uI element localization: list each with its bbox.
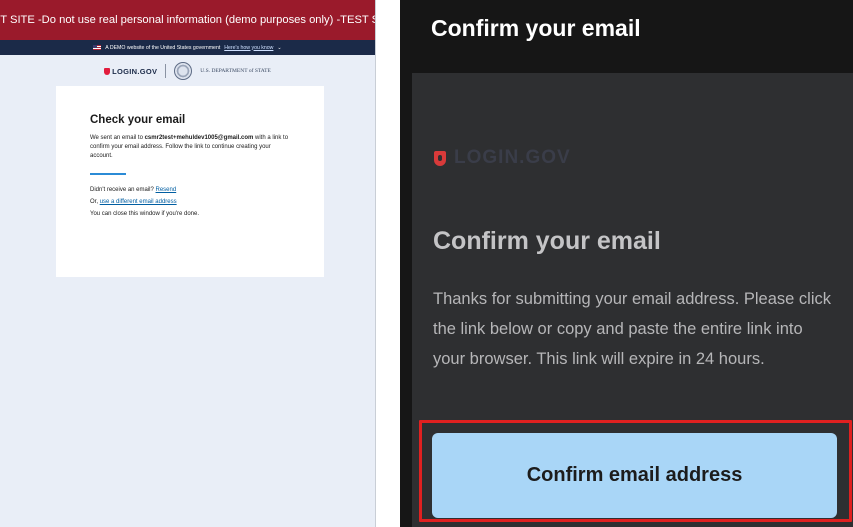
login-gov-shield-icon	[104, 67, 111, 75]
body-prefix: We sent an email to	[90, 135, 145, 141]
screenshot-root: TEST SITE -Do not use real personal info…	[0, 0, 853, 527]
resend-link[interactable]: Resend	[156, 187, 177, 193]
logo-row: LOGIN.GOV U.S. DEPARTMENT of STATE	[0, 55, 375, 87]
use-different-email-link[interactable]: use a different email address	[100, 199, 177, 205]
login-gov-shield-icon	[434, 150, 446, 166]
panel-title: Confirm your email	[431, 15, 641, 41]
resend-line: Didn't receive an email? Resend	[90, 187, 290, 193]
close-window-note: You can close this window if you're done…	[90, 211, 199, 217]
chevron-down-icon[interactable]: ⌄	[277, 45, 281, 51]
different-prefix: Or,	[90, 199, 99, 205]
login-gov-logo[interactable]: LOGIN.GOV	[104, 67, 157, 76]
gov-banner-text: A DEMO website of the United States gove…	[105, 44, 221, 51]
test-site-banner-text: TEST SITE -Do not use real personal info…	[0, 14, 375, 26]
email-login-gov-logo: LOGIN.GOV	[434, 147, 571, 169]
card-title: Check your email	[90, 114, 186, 126]
logo-divider	[165, 64, 167, 78]
gov-banner: A DEMO website of the United States gove…	[0, 40, 375, 55]
state-department-seal-icon	[174, 62, 193, 80]
email-body: LOGIN.GOV Confirm your email Thanks for …	[412, 73, 853, 527]
email-heading: Confirm your email	[433, 227, 661, 255]
resend-prompt: Didn't receive an email?	[90, 187, 154, 193]
email-paragraph: Thanks for submitting your email address…	[433, 290, 831, 368]
test-site-banner: TEST SITE -Do not use real personal info…	[0, 0, 375, 40]
login-gov-logo-text: LOGIN.GOV	[112, 66, 158, 76]
confirm-email-address-button[interactable]: Confirm email address	[432, 433, 837, 518]
check-email-card: Check your email We sent an email to csm…	[56, 86, 324, 277]
state-department-name: U.S. DEPARTMENT of STATE	[200, 68, 271, 74]
heres-how-you-know-link[interactable]: Here's how you know	[224, 45, 273, 51]
check-email-page: TEST SITE -Do not use real personal info…	[0, 0, 376, 527]
us-flag-icon	[93, 45, 102, 50]
card-body: We sent an email to csmr2test+mehuldev10…	[90, 134, 290, 161]
accent-divider	[90, 173, 126, 175]
different-email-line: Or, use a different email address	[90, 199, 290, 205]
email-logo-text: LOGIN.GOV	[454, 147, 571, 168]
confirm-email-panel: Confirm your email LOGIN.GOV Confirm you…	[400, 0, 853, 527]
sent-email-address: csmr2test+mehuldev1005@gmail.com	[144, 135, 254, 141]
